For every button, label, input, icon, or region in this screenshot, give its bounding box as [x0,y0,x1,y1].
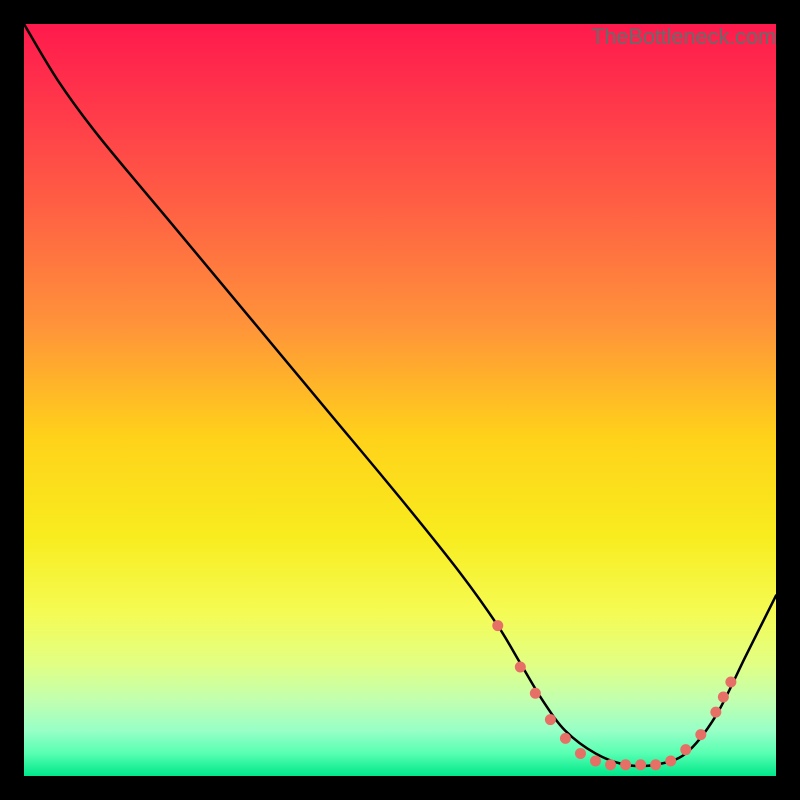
highlight-point [590,755,601,766]
highlight-point [650,759,661,770]
highlight-point [575,748,586,759]
highlight-point [665,755,676,766]
highlight-point [530,688,541,699]
watermark-label: TheBottleneck.com [591,24,776,50]
highlight-point [620,759,631,770]
highlight-point [695,729,706,740]
highlight-point [718,692,729,703]
highlight-point [515,661,526,672]
highlight-point [492,620,503,631]
highlight-point [635,759,646,770]
highlight-point [725,677,736,688]
highlight-point [545,714,556,725]
highlight-point [605,759,616,770]
chart-plot [24,24,776,776]
highlight-point [710,707,721,718]
chart-frame: TheBottleneck.com [24,24,776,776]
highlight-point [560,733,571,744]
chart-background [24,24,776,776]
highlight-point [680,744,691,755]
